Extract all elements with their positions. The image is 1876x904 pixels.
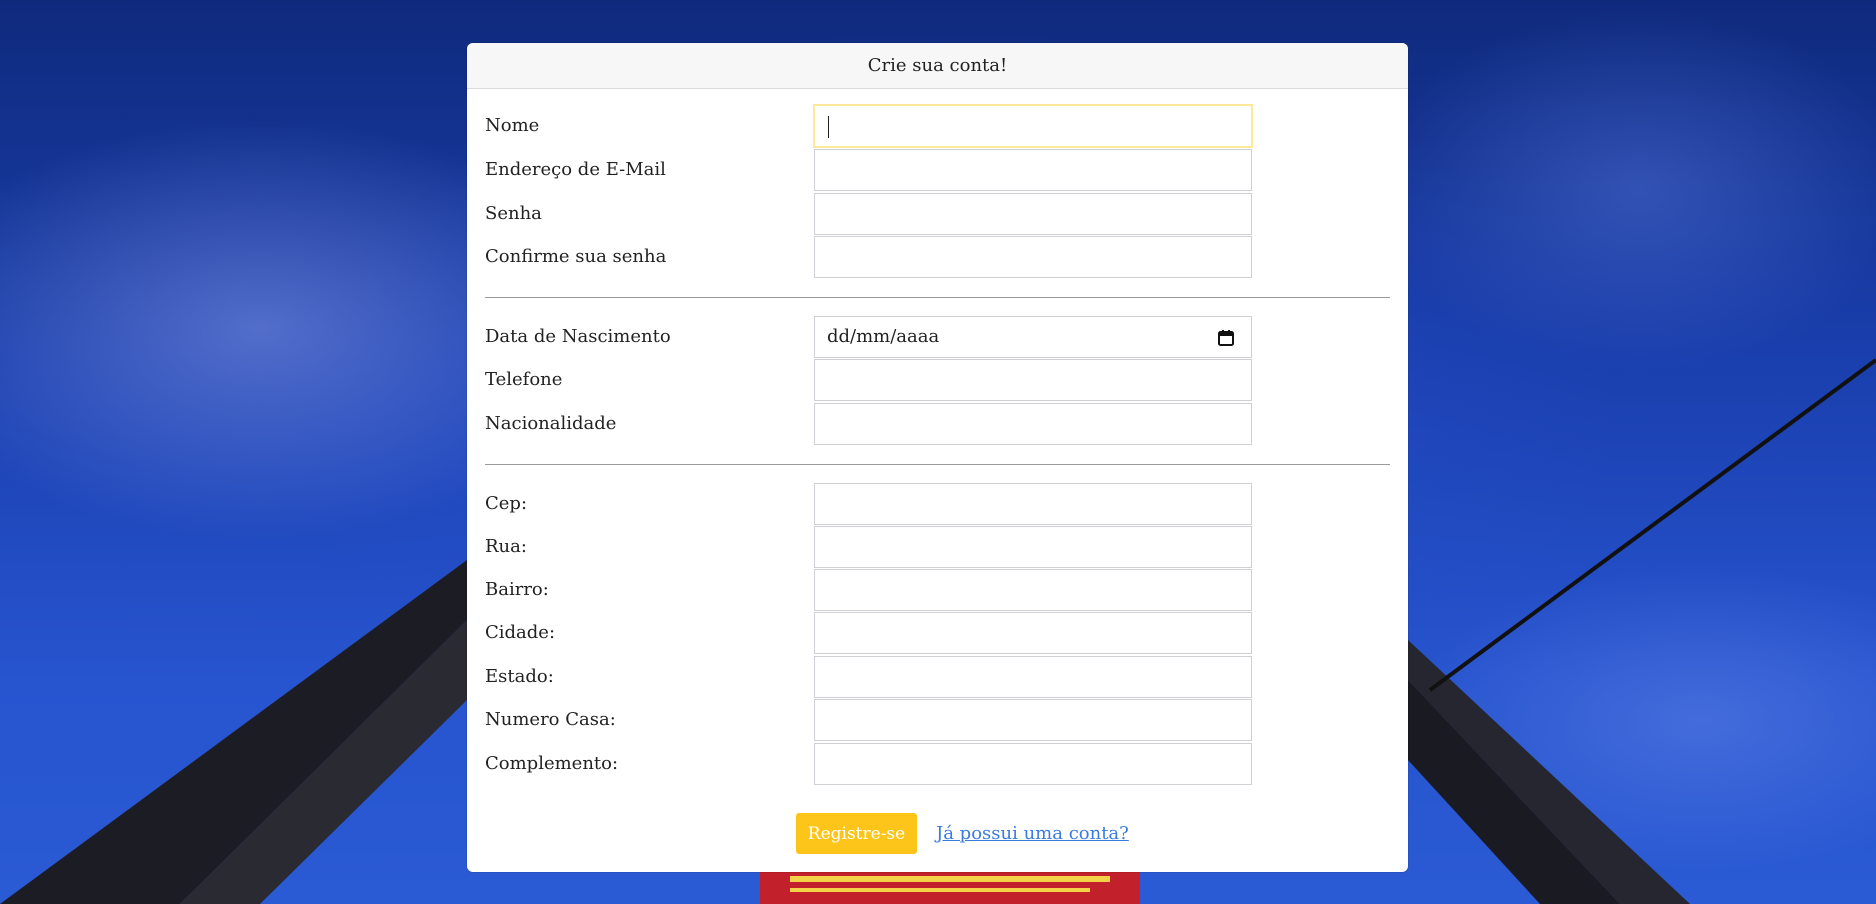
street-input[interactable] — [815, 527, 1251, 567]
row-cep: Cep: — [485, 483, 1255, 525]
city-input[interactable] — [815, 613, 1251, 653]
nome-text-input[interactable] — [815, 106, 1251, 146]
state-field[interactable] — [814, 656, 1252, 698]
city-field[interactable] — [814, 612, 1252, 654]
birthdate-placeholder: dd/mm/aaaa — [827, 326, 940, 347]
confirm-password-input[interactable] — [815, 237, 1251, 277]
calendar-icon[interactable] — [1217, 329, 1235, 347]
email-input[interactable] — [815, 150, 1251, 190]
complement-field[interactable] — [814, 743, 1252, 785]
phone-input[interactable] — [815, 360, 1251, 400]
row-bairro: Bairro: — [485, 569, 1255, 611]
house-number-field[interactable] — [814, 699, 1252, 741]
label-birthdate: Data de Nascimento — [485, 326, 671, 347]
birthdate-field[interactable]: dd/mm/aaaa — [814, 316, 1252, 358]
state-input[interactable] — [815, 657, 1251, 697]
label-senha: Senha — [485, 203, 542, 224]
label-complemento: Complemento: — [485, 753, 619, 774]
neighborhood-field[interactable] — [814, 569, 1252, 611]
section-divider — [485, 297, 1390, 298]
section-divider — [485, 464, 1390, 465]
text-caret — [828, 116, 829, 138]
label-numero-casa: Numero Casa: — [485, 709, 616, 730]
row-numero-casa: Numero Casa: — [485, 699, 1255, 741]
label-telefone: Telefone — [485, 369, 563, 390]
label-nome: Nome — [485, 115, 540, 136]
label-estado: Estado: — [485, 666, 554, 687]
label-email: Endereço de E-Mail — [485, 159, 666, 180]
row-nome: Nome — [485, 104, 1255, 148]
password-input[interactable] — [815, 194, 1251, 234]
email-field[interactable] — [814, 149, 1252, 191]
row-email: Endereço de E-Mail — [485, 149, 1255, 191]
label-bairro: Bairro: — [485, 579, 549, 600]
phone-field[interactable] — [814, 359, 1252, 401]
register-button[interactable]: Registre-se — [796, 813, 917, 854]
nome-input[interactable] — [813, 104, 1253, 148]
cep-input[interactable] — [815, 484, 1251, 524]
row-rua: Rua: — [485, 526, 1255, 568]
nationality-input[interactable] — [815, 404, 1251, 444]
row-estado: Estado: — [485, 656, 1255, 698]
complement-input[interactable] — [815, 744, 1251, 784]
cep-field[interactable] — [814, 483, 1252, 525]
row-senha: Senha — [485, 193, 1255, 235]
label-nacionalidade: Nacionalidade — [485, 413, 617, 434]
row-cidade: Cidade: — [485, 612, 1255, 654]
confirm-password-field[interactable] — [814, 236, 1252, 278]
row-confirm-senha: Confirme sua senha — [485, 236, 1255, 278]
register-card: Crie sua conta! Nome Endereço de E-Mail … — [467, 43, 1408, 872]
row-telefone: Telefone — [485, 359, 1255, 401]
row-complemento: Complemento: — [485, 743, 1255, 785]
password-field[interactable] — [814, 193, 1252, 235]
neighborhood-input[interactable] — [815, 570, 1251, 610]
street-field[interactable] — [814, 526, 1252, 568]
row-birthdate: Data de Nascimento dd/mm/aaaa — [485, 316, 1255, 358]
nationality-field[interactable] — [814, 403, 1252, 445]
card-title: Crie sua conta! — [467, 43, 1408, 89]
label-confirm-senha: Confirme sua senha — [485, 246, 667, 267]
house-number-input[interactable] — [815, 700, 1251, 740]
row-nacionalidade: Nacionalidade — [485, 403, 1255, 445]
label-cep: Cep: — [485, 493, 528, 514]
label-rua: Rua: — [485, 536, 527, 557]
label-cidade: Cidade: — [485, 622, 556, 643]
login-link[interactable]: Já possui uma conta? — [936, 813, 1129, 854]
